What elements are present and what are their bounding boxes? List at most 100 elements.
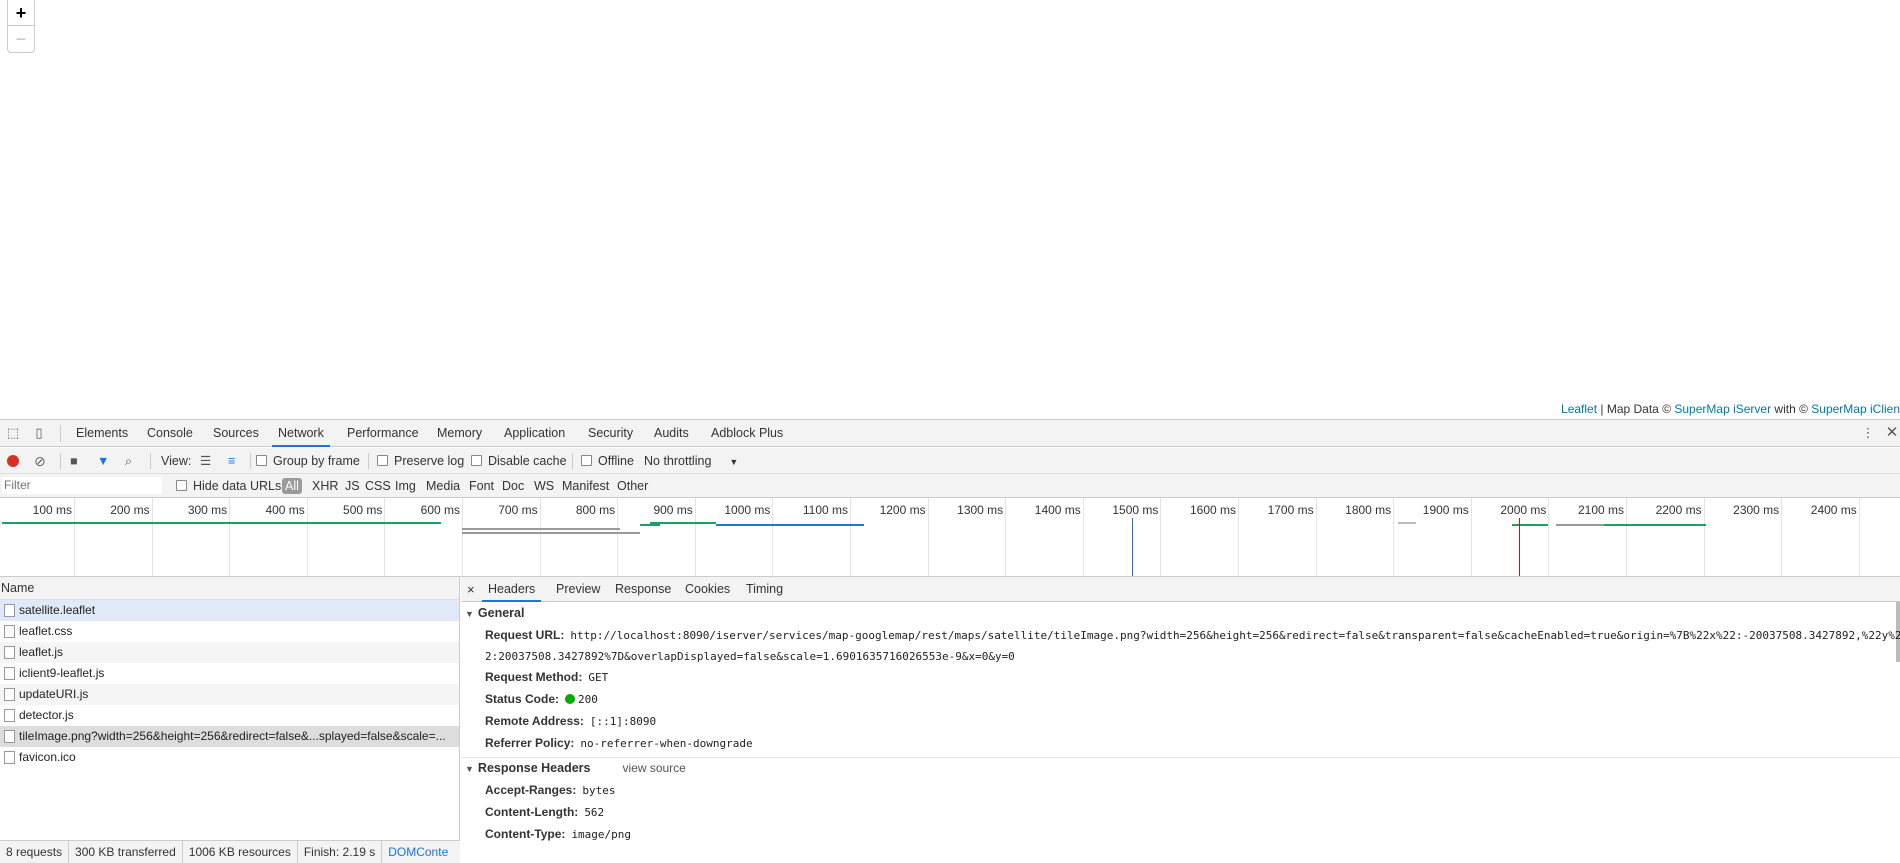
preserve-log-checkbox[interactable]: Preserve log xyxy=(377,448,464,474)
request-name: satellite.leaflet xyxy=(19,603,96,617)
camera-icon[interactable]: ■ xyxy=(70,448,78,474)
request-count: 8 requests xyxy=(0,841,70,863)
tab-application[interactable]: Application xyxy=(498,420,571,447)
hide-data-urls-checkbox[interactable]: Hide data URLs xyxy=(176,474,281,498)
file-icon xyxy=(4,751,15,764)
tab-performance[interactable]: Performance xyxy=(341,420,425,447)
filter-type-xhr[interactable]: XHR xyxy=(312,474,338,498)
device-toolbar-icon[interactable]: ▯ xyxy=(31,425,47,441)
attribution-with: with © xyxy=(1771,402,1812,416)
filter-type-font[interactable]: Font xyxy=(469,474,494,498)
large-rows-icon[interactable]: ☰ xyxy=(200,448,211,474)
filter-icon[interactable]: ▼ xyxy=(97,448,109,474)
disable-cache-checkbox[interactable]: Disable cache xyxy=(471,448,567,474)
request-row[interactable]: leaflet.js xyxy=(0,642,459,663)
more-options-icon[interactable]: ⋮ xyxy=(1860,425,1876,441)
attribution-text: | Map Data © xyxy=(1597,402,1675,416)
tabbar-divider xyxy=(60,425,61,442)
network-status-bar: 8 requests 300 KB transferred 1006 KB reso… xyxy=(0,840,460,863)
response-headers-title: Response Headers xyxy=(477,761,591,775)
tab-response[interactable]: Response xyxy=(615,577,671,602)
filter-type-doc[interactable]: Doc xyxy=(502,474,524,498)
timeline-tick-label: 300 ms xyxy=(187,503,228,517)
request-row[interactable]: satellite.leaflet xyxy=(0,600,459,621)
filter-type-js[interactable]: JS xyxy=(345,474,360,498)
close-devtools-icon[interactable]: ✕ xyxy=(1884,425,1900,441)
timeline-tick-label: 1500 ms xyxy=(1112,503,1159,517)
finish-time: Finish: 2.19 s xyxy=(298,841,383,863)
load-event-marker xyxy=(1519,518,1520,576)
tab-memory[interactable]: Memory xyxy=(431,420,488,447)
timeline-request-bar xyxy=(462,532,640,534)
tab-sources[interactable]: Sources xyxy=(207,420,265,447)
overview-icon[interactable]: ≡ xyxy=(228,448,235,474)
request-row[interactable]: tileImage.png?width=256&height=256&redir… xyxy=(0,726,459,747)
filter-type-css[interactable]: CSS xyxy=(365,474,391,498)
triangle-down-icon: ▼ xyxy=(465,609,474,619)
tab-adblock-plus[interactable]: Adblock Plus xyxy=(705,420,789,447)
search-icon[interactable]: ⌕ xyxy=(125,448,132,474)
filter-type-other[interactable]: Other xyxy=(617,474,648,498)
chevron-down-icon: ▼ xyxy=(729,457,739,467)
tab-console[interactable]: Console xyxy=(141,420,199,447)
tab-audits[interactable]: Audits xyxy=(648,420,695,447)
tab-network[interactable]: Network xyxy=(272,420,330,447)
supermap-iserver-link[interactable]: SuperMap iServer xyxy=(1674,402,1771,416)
close-details-icon[interactable]: × xyxy=(467,577,475,602)
request-details-pane: × Headers Preview Response Cookies Timin… xyxy=(461,577,1900,863)
map-attribution: Leaflet | Map Data © SuperMap iServer wi… xyxy=(1557,402,1900,416)
clear-icon[interactable]: ⊘ xyxy=(34,448,46,474)
content-type-row: Content-Type: image/png xyxy=(485,827,631,841)
timeline-tick-label: 1100 ms xyxy=(802,503,848,517)
request-row[interactable]: detector.js xyxy=(0,705,459,726)
status-code-row: Status Code: 200 xyxy=(485,692,598,706)
tab-headers[interactable]: Headers xyxy=(482,577,542,602)
response-headers-section-header[interactable]: ▼ Response Headers view source xyxy=(465,761,686,775)
timeline-overview[interactable]: 100 ms 200 ms 300 ms 400 ms 500 ms 600 ms 700 … xyxy=(0,498,1900,577)
request-row[interactable]: leaflet.css xyxy=(0,621,459,642)
tab-timing[interactable]: Timing xyxy=(746,577,783,602)
request-name: leaflet.css xyxy=(19,624,73,638)
dom-content-loaded-marker xyxy=(1132,518,1133,576)
timeline-request-bar xyxy=(1604,524,1706,526)
request-method-row: Request Method: GET xyxy=(485,670,608,684)
file-icon xyxy=(4,709,15,722)
filter-input[interactable] xyxy=(2,477,162,494)
timeline-tick-label: 600 ms xyxy=(420,503,460,517)
general-section-header[interactable]: ▼ General xyxy=(465,606,524,620)
filter-type-manifest[interactable]: Manifest xyxy=(562,474,609,498)
filter-type-img[interactable]: Img xyxy=(395,474,416,498)
filter-type-all[interactable]: All xyxy=(282,478,302,494)
throttling-value: No throttling xyxy=(644,454,712,468)
leaflet-link[interactable]: Leaflet xyxy=(1561,402,1597,416)
zoom-out-button[interactable]: − xyxy=(8,26,34,52)
throttling-select[interactable]: No throttling ▼ xyxy=(644,448,738,474)
supermap-iclient-link[interactable]: SuperMap iClien xyxy=(1811,402,1900,416)
offline-checkbox[interactable]: Offline xyxy=(581,448,634,474)
group-by-frame-checkbox[interactable]: Group by frame xyxy=(256,448,360,474)
map-canvas[interactable]: + − Leaflet | Map Data © SuperMap iServe… xyxy=(0,0,1900,419)
filter-type-ws[interactable]: WS xyxy=(534,474,554,498)
tab-elements[interactable]: Elements xyxy=(70,420,134,447)
request-method-value: GET xyxy=(588,671,609,684)
referrer-policy-label: Referrer Policy: xyxy=(485,736,575,750)
tab-cookies[interactable]: Cookies xyxy=(685,577,730,602)
file-icon xyxy=(4,604,15,617)
accept-ranges-value: bytes xyxy=(582,784,616,797)
filter-type-media[interactable]: Media xyxy=(426,474,460,498)
tab-security[interactable]: Security xyxy=(582,420,639,447)
timeline-tick-label: 2300 ms xyxy=(1733,503,1780,517)
request-row[interactable]: favicon.ico xyxy=(0,747,459,768)
view-source-link[interactable]: view source xyxy=(622,761,685,775)
zoom-in-button[interactable]: + xyxy=(8,0,34,26)
inspect-element-icon[interactable]: ⬚ xyxy=(5,425,21,441)
view-label: View: xyxy=(161,454,192,468)
request-name: tileImage.png?width=256&height=256&redir… xyxy=(19,729,446,743)
file-icon xyxy=(4,688,15,701)
request-row[interactable]: updateURI.js xyxy=(0,684,459,705)
tab-preview[interactable]: Preview xyxy=(556,577,600,602)
timeline-tick-label: 500 ms xyxy=(343,503,383,517)
record-icon[interactable] xyxy=(7,455,19,467)
name-column-header[interactable]: Name xyxy=(0,577,459,600)
request-row[interactable]: iclient9-leaflet.js xyxy=(0,663,459,684)
